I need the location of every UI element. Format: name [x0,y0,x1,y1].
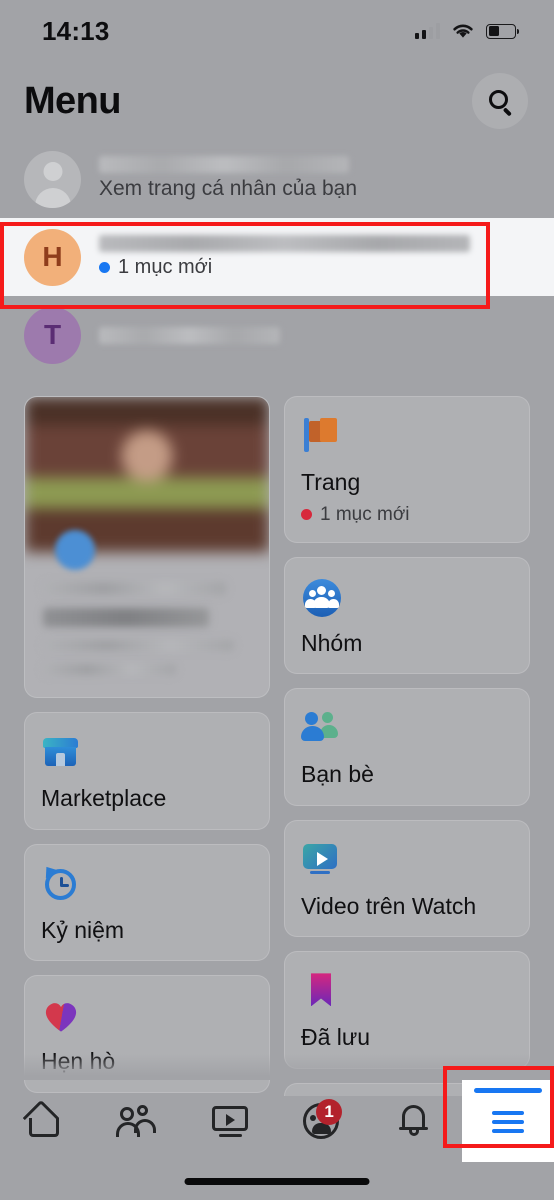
avatar: T [24,306,81,364]
account-row-t[interactable]: T [0,296,554,374]
menu-tile-watch[interactable]: Video trên Watch [284,819,530,938]
tile-label: Video trên Watch [301,892,477,919]
left-column: Marketplace Kỷ niệm Hẹn hò [24,396,270,1096]
tile-label: Trang [301,469,361,495]
notifications-bell-icon [393,1101,437,1141]
battery-icon [486,23,519,39]
tile-label: Nhóm [301,629,363,656]
profile-row[interactable]: Xem trang cá nhân của bạn [0,140,554,218]
tile-icon-wrap [41,731,253,775]
new-item-dot [99,262,110,273]
account-name-redacted [99,326,281,344]
new-item-dot [301,509,312,521]
tile-icon-wrap [301,415,513,459]
menu-tile-dating[interactable]: Hẹn hò [24,975,270,1093]
account-name-redacted [99,235,470,252]
promo-text-redacted [43,664,177,675]
promo-image [25,397,269,552]
status-time: 14:13 [42,15,110,46]
tile-label: Marketplace [41,785,167,811]
profile-text: Xem trang cá nhân của bạn [99,156,530,201]
status-bar: 14:13 [0,0,554,62]
tile-icon-wrap [301,970,513,1014]
groups-nav-icon: 1 [301,1099,345,1141]
right-column: Trang 1 mục mới Nhóm Bạn bè Video trên W… [284,396,530,1096]
menu-tile-pages[interactable]: Trang 1 mục mới [284,396,530,543]
cellular-signal-icon [414,23,440,39]
memories-clock-icon [40,862,83,906]
promo-text-redacted [43,582,227,595]
promo-badge-icon [55,530,95,570]
promo-title-redacted [43,608,210,627]
tile-icon-wrap [40,862,253,907]
tile-label: Kỷ niệm [41,916,125,943]
tile-icon-wrap [301,576,513,620]
nav-notifications[interactable] [369,1080,461,1162]
dating-heart-icon [41,995,83,1037]
home-icon [22,1099,68,1141]
status-indicators [414,22,519,40]
home-indicator [184,1178,370,1185]
account-meta: 1 mục mới [99,256,530,279]
account-text: 1 mục mới [99,235,530,279]
profile-name-redacted [99,156,349,174]
avatar-letter: T [43,319,62,350]
search-icon [489,90,512,117]
nav-friends[interactable] [92,1080,184,1162]
status-badge: 1 [316,1099,343,1125]
menu-tile-groups[interactable]: Nhóm [284,556,530,675]
tile-label: Bạn bè [301,761,374,788]
tile-icon-wrap [41,994,253,1038]
menu-header: Menu [0,62,554,140]
menu-tile-friends[interactable]: Bạn bè [284,688,530,806]
tile-label: Hẹn hò [41,1048,116,1075]
nav-watch[interactable] [185,1080,277,1162]
watch-video-icon [301,840,343,882]
groups-icon [301,577,343,619]
tile-label: Đã lưu [301,1024,371,1051]
menu-tile-marketplace[interactable]: Marketplace [24,712,270,830]
account-list: Xem trang cá nhân của bạn H 1 mục mới T [0,140,554,374]
friends-nav-icon [116,1101,160,1141]
hamburger-menu-icon [486,1101,530,1141]
promo-card[interactable] [24,396,270,698]
menu-card-grid: Marketplace Kỷ niệm Hẹn hò Trang 1 mục m… [0,396,554,1096]
profile-subtitle: Xem trang cá nhân của bạn [99,177,358,201]
avatar-letter: H [42,241,63,272]
marketplace-icon [41,732,83,774]
account-text [99,326,530,344]
account-row-h[interactable]: H 1 mục mới [0,218,554,296]
nav-groups[interactable]: 1 [277,1080,369,1162]
phone-screen: 14:13 Menu Xem trang cá nhân của bạn H 1… [0,0,554,1200]
menu-tile-memories[interactable]: Kỷ niệm [24,843,270,962]
wifi-icon [453,24,473,38]
nav-menu[interactable] [461,1080,554,1162]
promo-text-redacted [43,640,235,651]
nav-home[interactable] [0,1080,92,1162]
tile-meta-label: 1 mục mới [320,503,410,525]
tile-icon-wrap [301,707,513,751]
page-title: Menu [24,79,121,122]
pages-flag-icon [301,416,343,458]
saved-bookmark-icon [301,971,343,1013]
account-meta-label: 1 mục mới [118,256,213,278]
menu-tile-saved[interactable]: Đã lưu [284,951,530,1069]
search-button[interactable] [472,73,528,129]
avatar: H [24,228,81,286]
avatar [24,150,81,208]
promo-body [25,552,269,697]
tile-meta: 1 mục mới [301,504,513,526]
friends-icon [301,708,343,750]
watch-nav-icon [209,1101,253,1141]
tile-icon-wrap [301,839,513,883]
